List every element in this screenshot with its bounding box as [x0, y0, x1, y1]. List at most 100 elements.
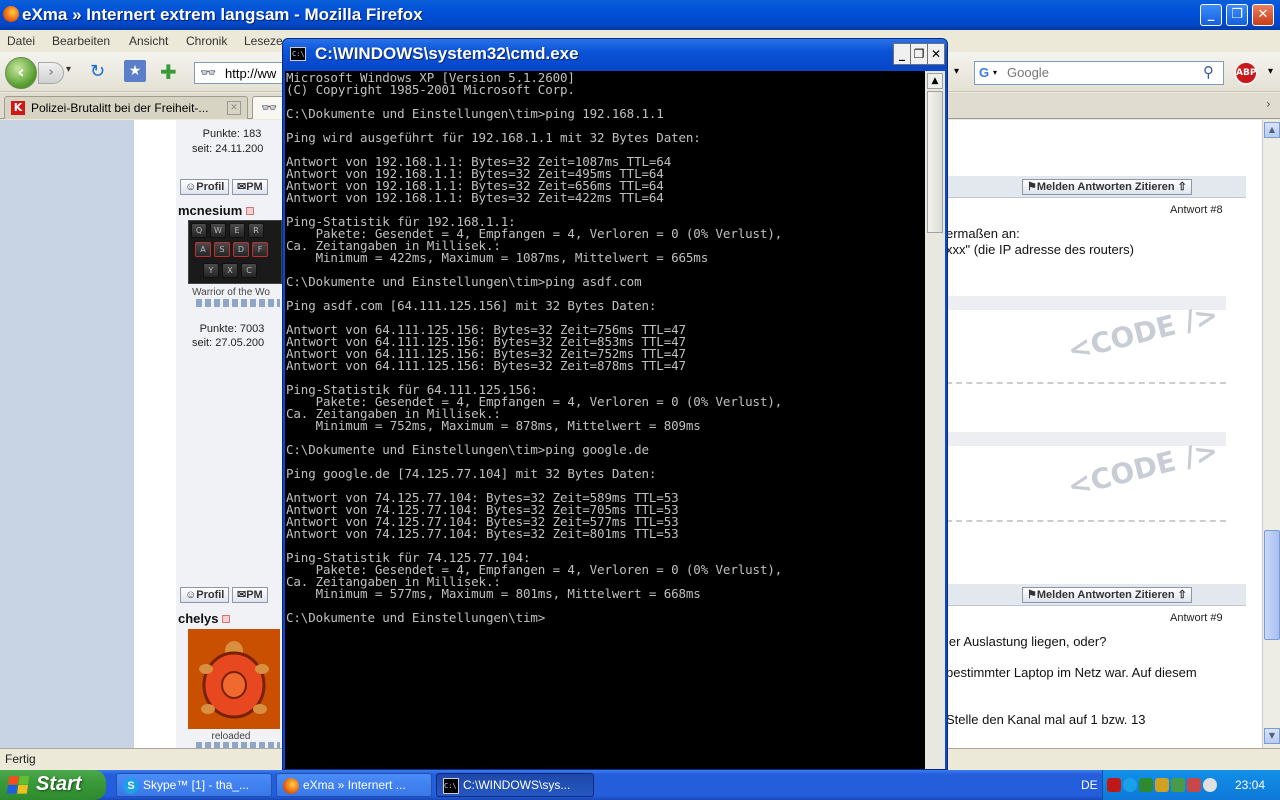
scroll-up-icon[interactable]: ▲ [927, 73, 943, 89]
cmd-window-title: C:\WINDOWS\system32\cmd.exe [315, 44, 579, 63]
maximize-button[interactable]: ❐ [1226, 4, 1248, 26]
close-button[interactable]: ✕ [1252, 4, 1274, 26]
console-line: Antwort von 74.125.77.104: Bytes=32 Zeit… [286, 526, 679, 541]
search-bar[interactable]: G ▾ ⚲ [974, 61, 1224, 85]
scroll-top-icon: ⇧ [1177, 589, 1187, 601]
scroll-top-icon: ⇧ [1177, 181, 1187, 193]
taskbar-button-cmd[interactable]: C:\ C:\WINDOWS\sys... [436, 773, 594, 797]
google-icon[interactable]: G [979, 65, 989, 80]
menu-bearbeiten[interactable]: Bearbeiten [52, 34, 110, 48]
profile-label: Profil [196, 181, 225, 193]
console-line: Ping google.de [74.125.77.104] mit 32 By… [286, 466, 657, 481]
volume-icon[interactable] [1203, 778, 1217, 792]
profile-button[interactable]: ☺Profil [180, 179, 230, 195]
post-text-line: ler Auslastung liegen, oder? [946, 634, 1107, 649]
site-identity-icon[interactable]: 👓 [200, 65, 216, 81]
magnifier-icon[interactable]: ⚲ [1203, 63, 1214, 81]
bookmark-star-icon[interactable]: ★ [124, 60, 146, 82]
adblock-plus-icon[interactable]: ABP [1234, 61, 1258, 85]
tray-app-icon[interactable] [1107, 778, 1121, 792]
pm-icon: ✉ [237, 589, 247, 601]
url-dropdown-icon[interactable]: ▾ [954, 66, 959, 77]
scroll-up-icon[interactable]: ▲ [1264, 122, 1280, 138]
abp-dropdown-icon[interactable]: ▾ [1268, 66, 1273, 77]
security-tray-icon[interactable] [1155, 778, 1169, 792]
tab-favicon: 👓 [261, 100, 278, 115]
scroll-down-icon[interactable]: ▼ [1264, 728, 1280, 744]
code-block: <CODE /> [946, 432, 1226, 522]
network-tray-icon[interactable] [1139, 778, 1153, 792]
username[interactable]: chelys [178, 611, 231, 626]
menu-lesezeichen[interactable]: Leseze [244, 34, 283, 48]
minimize-button[interactable]: _ [1200, 4, 1222, 26]
wireless-tray-icon[interactable] [1187, 778, 1201, 792]
clock[interactable]: 23:04 [1235, 778, 1265, 792]
console-line: (C) Copyright 1985-2001 Microsoft Corp. [286, 82, 575, 97]
reload-icon[interactable]: ↻ [90, 61, 105, 82]
keyboard-key: C [241, 263, 257, 278]
scrollbar-thumb[interactable] [1264, 530, 1280, 640]
network-activity-icon[interactable] [1171, 778, 1185, 792]
url-bar[interactable]: 👓 http://ww [194, 62, 286, 84]
console-line: C:\Dokumente und Einstellungen\tim>ping … [286, 106, 664, 121]
keyboard-key: Q [191, 223, 207, 238]
taskbar: Start S Skype™ [1] - tha_... eXma » Inte… [0, 770, 1280, 800]
history-dropdown-icon[interactable]: ▾ [66, 64, 71, 75]
user-since: seit: 24.11.200 [192, 143, 264, 155]
cmd-minimize-button[interactable]: _ [893, 43, 911, 65]
user-points: Punkte: 183 [202, 128, 262, 140]
taskbar-button-skype[interactable]: S Skype™ [1] - tha_... [116, 773, 272, 797]
search-engine-dropdown-icon[interactable]: ▾ [993, 68, 997, 77]
cmd-icon: C:\ [443, 778, 459, 794]
menu-ansicht[interactable]: Ansicht [129, 34, 168, 48]
pm-button[interactable]: ✉PM [232, 587, 268, 603]
report-icon: ⚑ [1027, 589, 1037, 601]
console-scrollbar[interactable]: ▲ [925, 71, 945, 769]
cmd-titlebar[interactable]: C:\ C:\WINDOWS\system32\cmd.exe _ ❐ ✕ [283, 39, 947, 69]
taskbar-button-firefox[interactable]: eXma » Internert ... [276, 773, 432, 797]
keyboard-key: F [252, 242, 268, 257]
cmd-maximize-button[interactable]: ❐ [910, 43, 928, 65]
console-output[interactable]: Microsoft Windows XP [Version 5.1.2600](… [285, 71, 925, 769]
console-line: Ping asdf.com [64.111.125.156] mit 32 By… [286, 298, 657, 313]
language-indicator[interactable]: DE [1081, 778, 1098, 792]
page-scrollbar[interactable]: ▲ ▼ [1262, 120, 1280, 748]
keyboard-key: E [229, 223, 245, 238]
menu-chronik[interactable]: Chronik [186, 34, 227, 48]
scrollbar-thumb[interactable] [927, 91, 943, 233]
tab-label: Polizei-Brutalitt bei der Freiheit-... [31, 101, 209, 115]
pm-button[interactable]: ✉PM [232, 179, 268, 195]
skype-tray-icon[interactable] [1123, 778, 1137, 792]
pm-label: PM [246, 181, 263, 193]
tab-close-icon[interactable]: ✕ [227, 101, 241, 115]
profile-button[interactable]: ☺Profil [180, 587, 230, 603]
keyboard-key: W [210, 223, 226, 238]
tab-scroll-right-icon[interactable]: › [1266, 97, 1271, 111]
console-line: C:\Dokumente und Einstellungen\tim>ping … [286, 274, 642, 289]
menu-datei[interactable]: Datei [7, 34, 35, 48]
post-actions[interactable]: ⚑Melden Antworten Zitieren ⇧ [1022, 587, 1192, 603]
add-bookmark-icon[interactable]: ✚ [160, 60, 177, 84]
post-actions[interactable]: ⚑Melden Antworten Zitieren ⇧ [1022, 179, 1192, 195]
username[interactable]: mcnesium [178, 203, 255, 218]
avatar [188, 629, 280, 729]
console-line: Antwort von 192.168.1.1: Bytes=32 Zeit=4… [286, 190, 664, 205]
code-label: <CODE /> [1064, 297, 1222, 368]
search-input[interactable] [1007, 65, 1177, 80]
tab-polizei[interactable]: K Polizei-Brutalitt bei der Freiheit-...… [4, 96, 248, 119]
back-button[interactable]: ‹ [5, 57, 37, 89]
keyboard-key: A [195, 242, 211, 257]
start-button[interactable]: Start [0, 770, 106, 800]
keyboard-key: D [233, 242, 249, 257]
pm-label: PM [246, 589, 263, 601]
console-text: Microsoft Windows XP [Version 5.1.2600](… [286, 71, 782, 625]
post-text-line: bestimmter Laptop im Netz war. Auf diese… [946, 665, 1197, 680]
console-line: C:\Dokumente und Einstellungen\tim> [286, 610, 546, 625]
username-text: mcnesium [178, 203, 243, 218]
forward-button[interactable]: › [38, 62, 64, 84]
cmd-window: C:\ C:\WINDOWS\system32\cmd.exe _ ❐ ✕ Mi… [282, 38, 948, 770]
code-label: <CODE /> [1064, 433, 1222, 504]
firefox-titlebar[interactable]: eXma » Internert extrem langsam - Mozill… [0, 0, 1280, 30]
profile-icon: ☺ [185, 589, 197, 601]
cmd-close-button[interactable]: ✕ [927, 43, 945, 65]
